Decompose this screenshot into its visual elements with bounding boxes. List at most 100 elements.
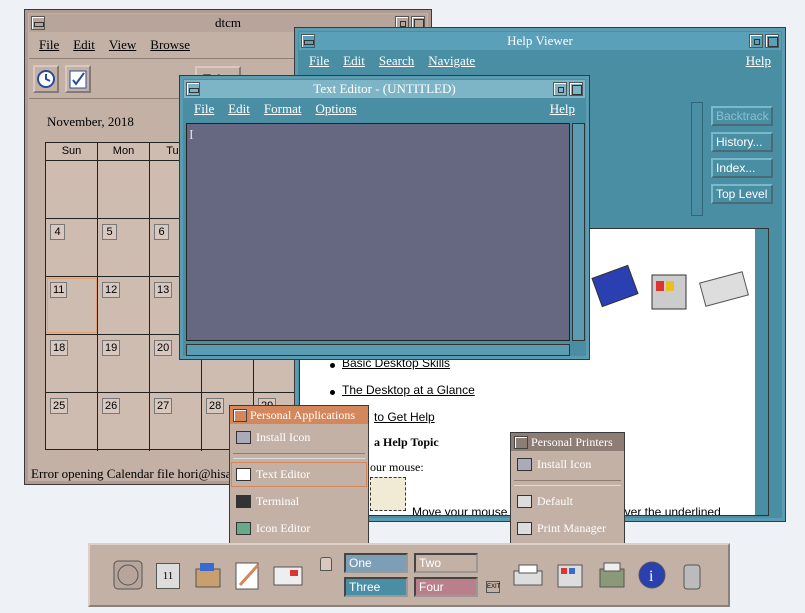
menu-search[interactable]: Search — [379, 53, 414, 69]
application-manager-icon[interactable] — [594, 557, 634, 597]
window-menu-button[interactable] — [31, 16, 45, 30]
menu-file[interactable]: File — [309, 53, 329, 69]
mouse-illustration-icon — [370, 477, 406, 511]
style-manager-icon[interactable] — [552, 557, 592, 597]
text-cursor: I — [189, 128, 194, 143]
day-number[interactable]: 12 — [102, 282, 121, 298]
menu-help[interactable]: Help — [746, 53, 771, 69]
calendar-icon[interactable]: 11 — [150, 557, 190, 597]
top-level-button[interactable]: Top Level — [711, 184, 773, 204]
menu-view[interactable]: View — [109, 37, 136, 53]
day-cell[interactable]: 4 — [46, 219, 98, 276]
day-number[interactable]: 20 — [154, 340, 173, 356]
calendar-status: Error opening Calendar file hori@hisa — [31, 466, 232, 481]
menu-file[interactable]: File — [194, 101, 214, 117]
day-cell[interactable]: 18 — [46, 335, 98, 392]
editor-vertical-scrollbar[interactable] — [572, 123, 585, 341]
workspace-three-button[interactable]: Three — [344, 577, 408, 597]
help-manager-icon[interactable]: i — [634, 557, 674, 597]
default-printer-item[interactable]: Default — [511, 488, 624, 515]
menu-navigate[interactable]: Navigate — [428, 53, 475, 69]
day-cell[interactable]: 12 — [98, 277, 150, 334]
lock-icon[interactable] — [320, 557, 332, 571]
help-link-get-help[interactable]: to Get Help — [374, 410, 435, 424]
print-manager-item[interactable]: Print Manager — [511, 515, 624, 542]
topic-scrollbar[interactable] — [691, 102, 703, 216]
day-cell[interactable] — [98, 161, 150, 218]
day-number[interactable]: 26 — [102, 398, 121, 414]
printer-icon — [517, 495, 532, 508]
day-number[interactable]: 11 — [50, 282, 68, 298]
weekday-sun: Sun — [46, 143, 98, 160]
menu-edit[interactable]: Edit — [228, 101, 250, 117]
print-manager-icon — [517, 522, 532, 535]
workspace-four-button[interactable]: Four — [414, 577, 478, 597]
menu-options[interactable]: Options — [315, 101, 356, 117]
day-cell[interactable]: 26 — [98, 393, 150, 451]
install-icon — [236, 431, 251, 444]
help-menubar: File Edit Search Navigate Help — [299, 50, 781, 72]
day-cell[interactable]: 27 — [150, 393, 202, 451]
day-cell[interactable] — [46, 161, 98, 218]
desktop-illustration-icon — [591, 264, 749, 310]
install-icon-item[interactable]: Install Icon — [230, 424, 368, 451]
exit-button[interactable]: EXIT — [486, 581, 500, 593]
day-number[interactable]: 25 — [50, 398, 69, 414]
window-menu-button[interactable] — [301, 34, 315, 48]
menu-file[interactable]: File — [39, 37, 59, 53]
calendar-title: dtcm — [215, 15, 241, 30]
index-button[interactable]: Index... — [711, 158, 773, 178]
day-number[interactable]: 19 — [102, 340, 121, 356]
history-button[interactable]: History... — [711, 132, 773, 152]
day-cell[interactable]: 19 — [98, 335, 150, 392]
editor-text-area[interactable]: I — [186, 123, 570, 341]
clock-icon[interactable] — [110, 557, 150, 597]
text-editor-item[interactable]: Text Editor — [230, 461, 368, 488]
todo-button[interactable] — [65, 65, 91, 93]
menu-format[interactable]: Format — [264, 101, 302, 117]
day-cell-today[interactable]: 11 — [46, 277, 98, 334]
backtrack-button[interactable]: Backtrack — [711, 106, 773, 126]
window-menu-button[interactable] — [186, 82, 200, 96]
mail-icon[interactable] — [270, 557, 310, 597]
minimize-button[interactable] — [553, 82, 567, 96]
menu-edit[interactable]: Edit — [73, 37, 95, 53]
day-number[interactable]: 6 — [154, 224, 169, 240]
terminal-item[interactable]: Terminal — [230, 488, 368, 515]
printer-icon[interactable] — [510, 557, 550, 597]
menu-browse[interactable]: Browse — [150, 37, 190, 53]
icon-editor-item[interactable]: Icon Editor — [230, 515, 368, 542]
editor-titlebar[interactable]: Text Editor - (UNTITLED) — [184, 80, 585, 98]
help-scrollbar[interactable] — [755, 229, 768, 515]
day-number[interactable]: 18 — [50, 340, 69, 356]
help-link-desktop-glance[interactable]: The Desktop at a Glance — [342, 383, 475, 397]
icon-editor-icon — [236, 522, 251, 535]
file-manager-icon[interactable] — [190, 557, 230, 597]
text-editor-icon[interactable] — [230, 557, 270, 597]
day-number[interactable]: 5 — [102, 224, 117, 240]
day-number[interactable]: 13 — [154, 282, 173, 298]
clock-icon — [37, 70, 55, 88]
editor-title: Text Editor - (UNTITLED) — [313, 81, 456, 96]
help-titlebar[interactable]: Help Viewer — [299, 32, 781, 50]
workspace-one-button[interactable]: One — [344, 553, 408, 573]
day-cell[interactable]: 5 — [98, 219, 150, 276]
editor-horizontal-scrollbar[interactable] — [186, 344, 570, 356]
day-cell[interactable]: 25 — [46, 393, 98, 451]
front-panel: 11 One Two Three Four EXIT i — [88, 543, 730, 607]
maximize-button[interactable] — [569, 82, 583, 96]
install-icon-item[interactable]: Install Icon — [511, 451, 624, 478]
workspace-two-button[interactable]: Two — [414, 553, 478, 573]
maximize-button[interactable] — [765, 34, 779, 48]
personal-applications-menu: Personal Applications Install Icon Text … — [229, 405, 369, 545]
trash-icon[interactable] — [674, 557, 714, 597]
menu-help[interactable]: Help — [550, 101, 575, 117]
day-number[interactable]: 28 — [206, 398, 225, 414]
menu-edit[interactable]: Edit — [343, 53, 365, 69]
minimize-button[interactable] — [749, 34, 763, 48]
day-number[interactable]: 4 — [50, 224, 65, 240]
install-icon — [517, 458, 532, 471]
menu-title: Personal Printers — [511, 433, 624, 451]
appointment-button[interactable] — [33, 65, 59, 93]
day-number[interactable]: 27 — [154, 398, 173, 414]
